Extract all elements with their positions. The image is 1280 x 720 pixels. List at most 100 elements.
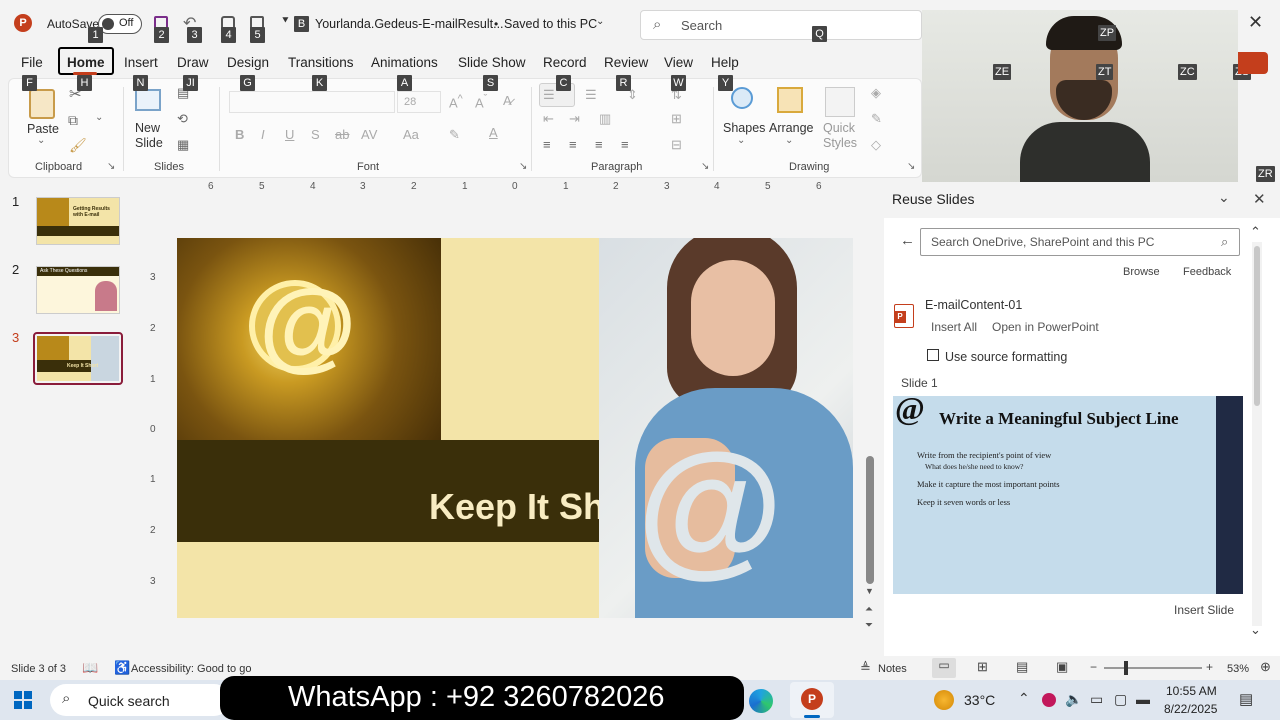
arrange-icon[interactable] bbox=[777, 87, 803, 113]
tab-slide-show[interactable]: Slide Show bbox=[458, 55, 526, 70]
tab-draw[interactable]: Draw bbox=[177, 55, 209, 70]
align-right-icon[interactable]: ≡ bbox=[595, 137, 603, 152]
section-icon[interactable]: ▦ bbox=[177, 137, 189, 153]
underline-icon[interactable]: U bbox=[285, 127, 294, 142]
pane-options-chevron-icon[interactable]: ⌄ bbox=[1218, 189, 1230, 206]
slideshow-view-icon[interactable]: ▣ bbox=[1056, 659, 1068, 675]
copy-chevron-icon[interactable]: ⌄ bbox=[95, 112, 103, 123]
back-arrow-icon[interactable]: ← bbox=[900, 232, 915, 249]
tab-help[interactable]: Help bbox=[711, 55, 739, 70]
tab-insert[interactable]: Insert bbox=[124, 55, 158, 70]
clock-date[interactable]: 8/22/2025 bbox=[1164, 702, 1217, 716]
shadow-icon[interactable]: S bbox=[311, 127, 320, 142]
pane-close-icon[interactable]: ✕ bbox=[1253, 190, 1266, 208]
increase-indent-icon[interactable]: ⇥ bbox=[569, 111, 580, 127]
pane-scroll-up-icon[interactable]: ⌃ bbox=[1250, 224, 1261, 240]
woman-photo[interactable]: @ bbox=[599, 238, 853, 618]
zoom-slider-thumb[interactable] bbox=[1124, 661, 1128, 675]
arrange-label[interactable]: Arrange bbox=[769, 121, 813, 135]
tab-file[interactable]: File bbox=[21, 55, 43, 70]
file-name[interactable]: Yourlanda.Gedeus-E-mailResult... bbox=[315, 17, 504, 31]
format-painter-icon[interactable]: 🖌 bbox=[69, 137, 87, 154]
align-center-icon[interactable]: ≡ bbox=[569, 137, 577, 152]
accessibility-icon[interactable]: ♿ bbox=[114, 660, 130, 676]
tab-design[interactable]: Design bbox=[227, 55, 269, 70]
tab-record[interactable]: Record bbox=[543, 55, 587, 70]
zoom-level[interactable]: 53% bbox=[1227, 663, 1249, 675]
close-icon[interactable]: ✕ bbox=[1248, 12, 1263, 33]
reset-icon[interactable]: ⟲ bbox=[177, 111, 188, 127]
temperature[interactable]: 33°C bbox=[964, 692, 995, 708]
paragraph-launcher-icon[interactable]: ↘ bbox=[701, 161, 709, 172]
record-indicator-icon[interactable] bbox=[1042, 693, 1056, 707]
justify-icon[interactable]: ≡ bbox=[621, 137, 629, 152]
shapes-label[interactable]: Shapes bbox=[723, 121, 765, 135]
next-slide-icon[interactable]: ⏷ bbox=[865, 620, 873, 631]
font-color-icon[interactable]: A bbox=[489, 125, 498, 140]
normal-view-button[interactable]: ▭ bbox=[932, 658, 956, 678]
reuse-search-input[interactable]: Search OneDrive, SharePoint and this PC … bbox=[920, 228, 1240, 256]
edge-icon[interactable] bbox=[749, 689, 773, 713]
shape-outline-icon[interactable]: ✎ bbox=[871, 111, 882, 127]
grow-font-icon[interactable]: A^ bbox=[449, 93, 463, 110]
case-icon[interactable]: Aa bbox=[403, 127, 419, 142]
shapes-icon[interactable] bbox=[731, 87, 753, 109]
pane-scrollbar-thumb[interactable] bbox=[1254, 246, 1260, 406]
clipboard-launcher-icon[interactable]: ↘ bbox=[107, 161, 115, 172]
tray-chevron-icon[interactable]: ⌃ bbox=[1018, 690, 1030, 707]
numbering-icon[interactable]: ☰ bbox=[585, 87, 597, 103]
bold-icon[interactable]: B bbox=[235, 127, 244, 142]
quick-styles-icon[interactable] bbox=[825, 87, 855, 117]
browse-link[interactable]: Browse bbox=[1123, 266, 1160, 278]
strikethrough-icon[interactable]: ab bbox=[335, 127, 349, 142]
slide-thumbnail-3-selected[interactable]: Keep It Short bbox=[33, 332, 123, 385]
clear-format-icon[interactable]: A̷ bbox=[503, 93, 512, 108]
notes-button[interactable]: Notes bbox=[878, 663, 907, 675]
slide-thumbnail-2[interactable]: Ask These Questions bbox=[36, 266, 120, 314]
paste-label[interactable]: Paste bbox=[27, 122, 59, 136]
font-name-box[interactable] bbox=[229, 91, 395, 113]
shrink-font-icon[interactable]: Aˇ bbox=[475, 93, 487, 110]
accessibility-status[interactable]: Accessibility: Good to go bbox=[131, 663, 251, 675]
open-in-powerpoint-link[interactable]: Open in PowerPoint bbox=[992, 320, 1099, 334]
canvas-scrollbar[interactable] bbox=[866, 456, 874, 584]
slide-title[interactable]: Keep It Sh bbox=[429, 486, 605, 528]
windows-start-icon[interactable] bbox=[14, 691, 32, 709]
scroll-down-icon[interactable]: ▼ bbox=[865, 586, 874, 596]
battery-icon[interactable]: ▬ bbox=[1136, 691, 1150, 707]
smartart-icon[interactable]: ⊟ bbox=[671, 137, 682, 153]
columns-icon[interactable]: ▥ bbox=[599, 111, 611, 127]
align-text-icon[interactable]: ⊞ bbox=[671, 111, 682, 127]
font-size-box[interactable]: 28 bbox=[397, 91, 441, 113]
tab-review[interactable]: Review bbox=[604, 55, 648, 70]
zoom-out-icon[interactable]: − bbox=[1090, 660, 1097, 674]
insert-all-link[interactable]: Insert All bbox=[931, 320, 977, 334]
slide-thumbnail-1[interactable]: Getting Results with E-mail bbox=[36, 197, 120, 245]
slide-canvas[interactable]: @ Keep It Sh @ bbox=[177, 238, 853, 618]
notifications-icon[interactable]: ▤ bbox=[1239, 690, 1253, 708]
saved-status[interactable]: Saved to this PC bbox=[504, 17, 597, 31]
pane-scroll-down-icon[interactable]: ⌄ bbox=[1250, 622, 1261, 638]
customize-qat-icon[interactable]: ⯆ bbox=[281, 15, 290, 28]
new-slide-label[interactable]: New Slide bbox=[135, 121, 163, 151]
weather-icon[interactable] bbox=[934, 690, 954, 710]
slide-sorter-icon[interactable]: ⊞ bbox=[977, 659, 988, 675]
drawing-launcher-icon[interactable]: ↘ bbox=[907, 161, 915, 172]
powerpoint-taskbar-button[interactable]: P bbox=[790, 682, 834, 718]
zoom-slider[interactable] bbox=[1104, 661, 1202, 675]
shape-effects-icon[interactable]: ◇ bbox=[871, 137, 881, 153]
copy-icon[interactable]: ⧉ bbox=[68, 112, 78, 129]
tab-view[interactable]: View bbox=[664, 55, 693, 70]
font-launcher-icon[interactable]: ↘ bbox=[519, 161, 527, 172]
shape-fill-icon[interactable]: ◈ bbox=[871, 85, 881, 101]
insert-slide-button[interactable]: Insert Slide bbox=[1174, 603, 1234, 617]
circuit-image[interactable]: @ bbox=[177, 238, 441, 440]
new-slide-icon[interactable] bbox=[135, 89, 161, 111]
spacing-icon[interactable]: AV bbox=[361, 127, 377, 142]
search-box[interactable]: ⌕ Search bbox=[640, 10, 922, 40]
italic-icon[interactable]: I bbox=[261, 127, 265, 142]
highlight-icon[interactable]: ✎ bbox=[449, 127, 460, 143]
volume-icon[interactable]: 🔈 bbox=[1065, 691, 1082, 708]
tab-animations[interactable]: Animations bbox=[371, 55, 438, 70]
meet-icon[interactable]: ▢ bbox=[1114, 691, 1127, 708]
